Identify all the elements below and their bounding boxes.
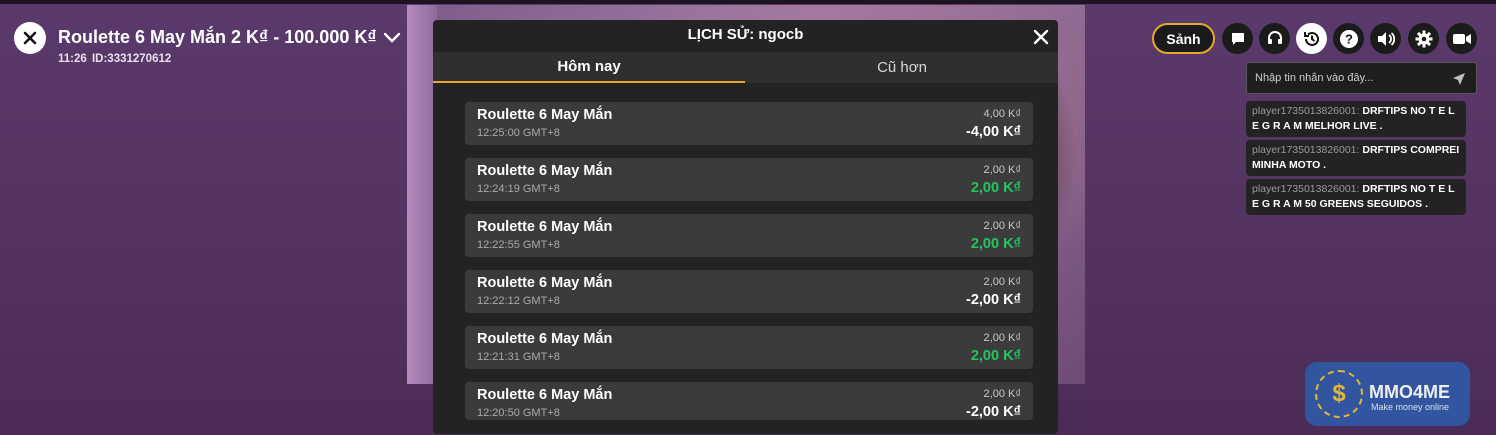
row-game-name: Roulette 6 May Mắn: [477, 219, 613, 235]
close-game-button[interactable]: [14, 22, 46, 54]
chat-username: player1735013826001:: [1252, 105, 1360, 117]
send-button[interactable]: [1452, 71, 1466, 90]
history-row[interactable]: Roulette 6 May Mắn 12:22:12 GMT+8 2,00 K…: [465, 270, 1033, 313]
history-row[interactable]: Roulette 6 May Mắn 12:24:19 GMT+8 2,00 K…: [465, 158, 1033, 201]
row-result: -4,00 K₫: [966, 124, 1021, 140]
headset-icon: [1267, 30, 1282, 44]
send-icon: [1453, 73, 1465, 85]
row-game-name: Roulette 6 May Mắn: [477, 387, 613, 403]
watermark-brand: MMO4ME: [1369, 382, 1450, 402]
row-time: 12:21:31 GMT+8: [477, 351, 560, 363]
chat-username: player1735013826001:: [1252, 183, 1360, 195]
row-result: 2,00 K₫: [970, 348, 1021, 364]
row-bet: 2,00 K₫: [983, 276, 1021, 288]
help-icon: ?: [1339, 29, 1358, 48]
lobby-button[interactable]: Sảnh: [1152, 23, 1215, 54]
watermark-tagline: Make money online: [1371, 402, 1450, 412]
history-row[interactable]: Roulette 6 May Mắn 12:22:55 GMT+8 2,00 K…: [465, 214, 1033, 257]
top-border: [0, 0, 1496, 4]
close-icon: [23, 31, 37, 45]
row-bet: 2,00 K₫: [983, 388, 1021, 400]
row-time: 12:22:12 GMT+8: [477, 295, 560, 307]
row-game-name: Roulette 6 May Mắn: [477, 331, 613, 347]
game-title: Roulette 6 May Mắn 2 K₫ - 100.000 K₫: [58, 27, 377, 47]
gear-icon: [1415, 30, 1432, 47]
chat-icon: [1231, 32, 1244, 45]
row-result: 2,00 K₫: [970, 236, 1021, 252]
dollar-coin-icon: $: [1315, 370, 1363, 418]
video-toggle-button[interactable]: [1446, 23, 1477, 54]
row-game-name: Roulette 6 May Mắn: [477, 163, 613, 179]
row-time: 12:25:00 GMT+8: [477, 127, 560, 139]
chat-message: player1735013826001: DRFTIPS NO T E L E …: [1246, 101, 1466, 137]
row-time: 12:24:19 GMT+8: [477, 183, 560, 195]
row-result: -2,00 K₫: [966, 292, 1021, 308]
sound-button[interactable]: [1370, 23, 1401, 54]
row-game-name: Roulette 6 May Mắn: [477, 275, 613, 291]
row-time: 12:20:50 GMT+8: [477, 407, 560, 419]
row-bet: 2,00 K₫: [983, 220, 1021, 232]
help-button[interactable]: ?: [1333, 23, 1364, 54]
chat-box: [1246, 62, 1477, 94]
history-tabs: Hôm nay Cũ hơn: [433, 52, 1058, 83]
video-icon: [1452, 33, 1471, 44]
settings-button[interactable]: [1408, 23, 1439, 54]
game-switch-button[interactable]: [383, 30, 401, 49]
history-title: LỊCH SỬ: ngocb: [687, 26, 804, 43]
row-bet: 2,00 K₫: [983, 332, 1021, 344]
close-history-button[interactable]: [1032, 28, 1050, 46]
row-game-name: Roulette 6 May Mắn: [477, 107, 613, 123]
row-bet: 2,00 K₫: [983, 164, 1021, 176]
chat-input[interactable]: [1255, 69, 1445, 87]
row-time: 12:22:55 GMT+8: [477, 239, 560, 251]
volume-icon: [1377, 31, 1395, 46]
history-panel: LỊCH SỬ: ngocb Hôm nay Cũ hơn Roulette 6…: [433, 20, 1058, 434]
close-icon: [1033, 29, 1049, 45]
chat-message: player1735013826001: DRFTIPS NO T E L E …: [1246, 179, 1466, 215]
tab-today[interactable]: Hôm nay: [433, 52, 745, 83]
history-row[interactable]: Roulette 6 May Mắn 12:20:50 GMT+8 2,00 K…: [465, 382, 1033, 420]
history-icon: [1303, 31, 1319, 46]
chevron-down-icon: [383, 32, 401, 43]
row-bet: 4,00 K₫: [983, 108, 1021, 120]
chat-username: player1735013826001:: [1252, 144, 1360, 156]
game-meta: 11:26 ID:3331270612: [58, 53, 172, 65]
history-row[interactable]: Roulette 6 May Mắn 12:25:00 GMT+8 4,00 K…: [465, 102, 1033, 145]
history-row[interactable]: Roulette 6 May Mắn 12:21:31 GMT+8 2,00 K…: [465, 326, 1033, 369]
row-result: -2,00 K₫: [966, 404, 1021, 420]
chat-button[interactable]: [1222, 23, 1253, 54]
support-button[interactable]: [1259, 23, 1290, 54]
history-button[interactable]: [1296, 23, 1327, 54]
watermark-logo: $ MMO4ME Make money online: [1305, 362, 1470, 426]
chat-message: player1735013826001: DRFTIPS COMPREI MIN…: [1246, 140, 1466, 176]
row-result: 2,00 K₫: [970, 180, 1021, 196]
svg-text:?: ?: [1345, 31, 1353, 46]
tab-older[interactable]: Cũ hơn: [746, 52, 1058, 83]
